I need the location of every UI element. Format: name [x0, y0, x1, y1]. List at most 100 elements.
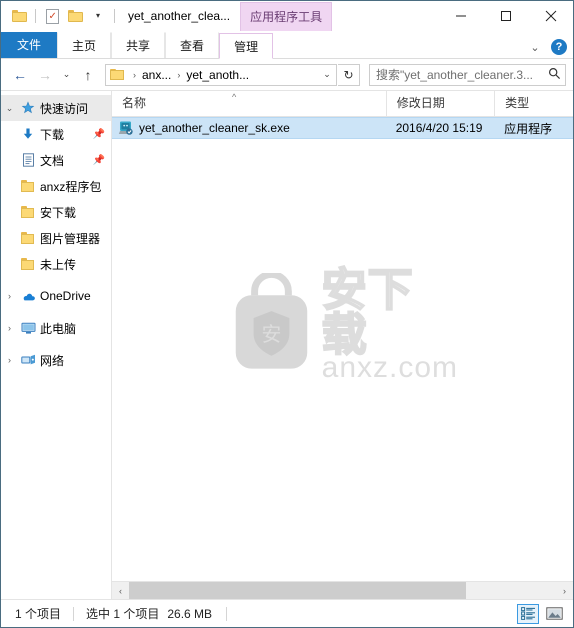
sidebar-item-label: 此电脑 — [40, 321, 77, 336]
sidebar-item-label: OneDrive — [40, 289, 91, 303]
column-header-date[interactable]: 修改日期 — [385, 91, 494, 116]
sidebar-item-label: 安下载 — [40, 205, 77, 220]
tab-home[interactable]: 主页 — [57, 32, 112, 58]
selection-size-label: 26.6 MB — [167, 606, 213, 621]
status-bar: 1 个项目 选中 1 个项目 26.6 MB — [1, 599, 573, 627]
recent-locations-button[interactable]: ⌄ — [58, 63, 75, 87]
refresh-button[interactable]: ↻ — [338, 63, 360, 86]
expander-icon[interactable]: ⌄ — [1, 103, 18, 114]
expander-icon[interactable]: › — [1, 355, 18, 365]
qat-divider-1 — [35, 9, 36, 23]
sidebar-item-image-manager[interactable]: 图片管理器 — [1, 225, 111, 251]
scrollbar-track[interactable] — [129, 582, 556, 599]
maximize-button[interactable] — [483, 1, 528, 31]
breadcrumb-separator-1: › — [177, 69, 181, 80]
pin-icon[interactable]: 📌 — [93, 155, 109, 166]
quick-access-toolbar: ✓ ▾ — [1, 6, 118, 26]
item-count-label: 1 个项目 — [15, 607, 62, 621]
scroll-left-arrow-icon[interactable]: ‹ — [112, 582, 129, 599]
scroll-right-arrow-icon[interactable]: › — [556, 582, 573, 599]
file-name-cell: yet_another_cleaner_sk.exe — [112, 120, 386, 136]
file-explorer-window: ✓ ▾ yet_another_clea... 应用程序工具 文件 主页 共享 … — [0, 0, 574, 628]
breadcrumb-separator-0: › — [133, 69, 136, 80]
column-headers: 名称 修改日期 类型 ^ — [112, 91, 573, 117]
file-rows: yet_another_cleaner_sk.exe 2016/4/20 15:… — [112, 117, 573, 581]
breadcrumb-item-0[interactable]: anx... — [141, 68, 172, 82]
window-title: yet_another_clea... — [128, 9, 231, 23]
network-icon — [18, 354, 38, 367]
watermark-shield-char: 安 — [261, 324, 281, 346]
search-icon — [543, 67, 565, 83]
expander-icon[interactable]: › — [1, 323, 18, 333]
pin-star-icon — [18, 101, 38, 115]
sidebar-item-documents[interactable]: 文档 📌 — [1, 147, 111, 173]
application-exe-icon — [118, 120, 134, 136]
details-view-button[interactable] — [517, 603, 539, 624]
ribbon-right-controls: ⌄ ? — [527, 39, 567, 55]
explorer-body: ⌄ 快速访问 下载 📌 文档 📌 anxz程序包 安下载 图片管理器 未上传 ›… — [1, 90, 573, 599]
title-bar: ✓ ▾ yet_another_clea... 应用程序工具 — [1, 1, 573, 31]
sidebar-item-quick-access[interactable]: ⌄ 快速访问 — [1, 95, 111, 121]
properties-icon[interactable]: ✓ — [42, 6, 62, 26]
tab-manage[interactable]: 管理 — [219, 33, 274, 59]
horizontal-scrollbar[interactable]: ‹ › — [112, 581, 573, 599]
scrollbar-thumb[interactable] — [129, 582, 467, 599]
sidebar-item-network[interactable]: › 网络 — [1, 347, 111, 373]
forward-button[interactable]: → — [33, 63, 57, 87]
watermark: 安 安下载 anxz.com — [226, 264, 459, 384]
close-button[interactable] — [528, 1, 573, 31]
address-bar: ← → ⌄ ↑ › anx... › yet_anoth... ⌄ ↻ 搜索"y… — [1, 59, 573, 90]
back-button[interactable]: ← — [8, 63, 32, 87]
sidebar-item-label: 文档 — [40, 153, 65, 168]
breadcrumb-dropdown-icon[interactable]: ⌄ — [318, 69, 336, 80]
tab-view[interactable]: 查看 — [165, 32, 220, 58]
new-folder-icon[interactable] — [65, 6, 85, 26]
watermark-url: anxz.com — [321, 351, 459, 384]
file-type-cell: 应用程序 — [504, 121, 553, 136]
sidebar-item-label: 下载 — [40, 127, 65, 142]
folder-icon — [18, 180, 38, 192]
file-list-area: 名称 修改日期 类型 ^ yet_another_cleaner_sk.exe … — [112, 91, 573, 599]
tab-file[interactable]: 文件 — [1, 32, 58, 58]
sidebar-item-not-uploaded[interactable]: 未上传 — [1, 251, 111, 277]
file-name-label: yet_another_cleaner_sk.exe — [139, 121, 290, 135]
ribbon-tab-bar: 文件 主页 共享 查看 管理 ⌄ ? — [1, 31, 573, 59]
pin-icon[interactable]: 📌 — [93, 129, 109, 140]
download-icon — [18, 127, 38, 141]
sidebar-item-downloads[interactable]: 下载 📌 — [1, 121, 111, 147]
watermark-brand: 安下载 — [321, 264, 414, 360]
help-icon[interactable]: ? — [551, 39, 567, 55]
folder-icon[interactable] — [9, 6, 29, 26]
breadcrumb-item-1[interactable]: yet_anoth... — [185, 68, 250, 82]
sidebar-item-this-pc[interactable]: › 此电脑 — [1, 315, 111, 341]
minimize-button[interactable] — [438, 1, 483, 31]
folder-icon — [18, 258, 38, 270]
search-box[interactable]: 搜索"yet_another_cleaner.3... — [369, 63, 566, 86]
search-input[interactable]: 搜索"yet_another_cleaner.3... — [370, 66, 543, 83]
document-icon — [18, 153, 38, 167]
sidebar-item-anxz-package[interactable]: anxz程序包 — [1, 173, 111, 199]
folder-icon — [18, 206, 38, 218]
sidebar-item-onedrive[interactable]: › OneDrive — [1, 283, 111, 309]
column-header-type[interactable]: 类型 — [494, 91, 573, 116]
column-header-name[interactable]: 名称 — [112, 91, 386, 116]
watermark-bag-icon: 安 — [235, 273, 307, 369]
status-divider — [73, 606, 75, 621]
computer-icon — [18, 322, 38, 335]
sidebar-item-anxiazai[interactable]: 安下载 — [1, 199, 111, 225]
up-button[interactable]: ↑ — [76, 63, 100, 87]
customize-caret-icon[interactable]: ▾ — [88, 6, 108, 26]
table-row[interactable]: yet_another_cleaner_sk.exe 2016/4/20 15:… — [112, 117, 573, 139]
expander-icon[interactable]: › — [1, 291, 18, 301]
contextual-tab-label: 应用程序工具 — [240, 1, 333, 31]
tab-share[interactable]: 共享 — [111, 32, 166, 58]
navigation-pane: ⌄ 快速访问 下载 📌 文档 📌 anxz程序包 安下载 图片管理器 未上传 ›… — [1, 91, 112, 599]
sort-indicator-icon: ^ — [232, 92, 237, 102]
large-icons-view-button[interactable] — [543, 604, 565, 624]
breadcrumb[interactable]: › anx... › yet_anoth... ⌄ — [105, 63, 337, 86]
chevron-down-icon[interactable]: ⌄ — [527, 41, 543, 54]
selection-label: 选中 1 个项目 — [86, 607, 160, 621]
sidebar-item-label: 网络 — [40, 353, 65, 368]
breadcrumb-folder-icon — [110, 68, 125, 81]
sidebar-item-label: anxz程序包 — [40, 179, 102, 194]
